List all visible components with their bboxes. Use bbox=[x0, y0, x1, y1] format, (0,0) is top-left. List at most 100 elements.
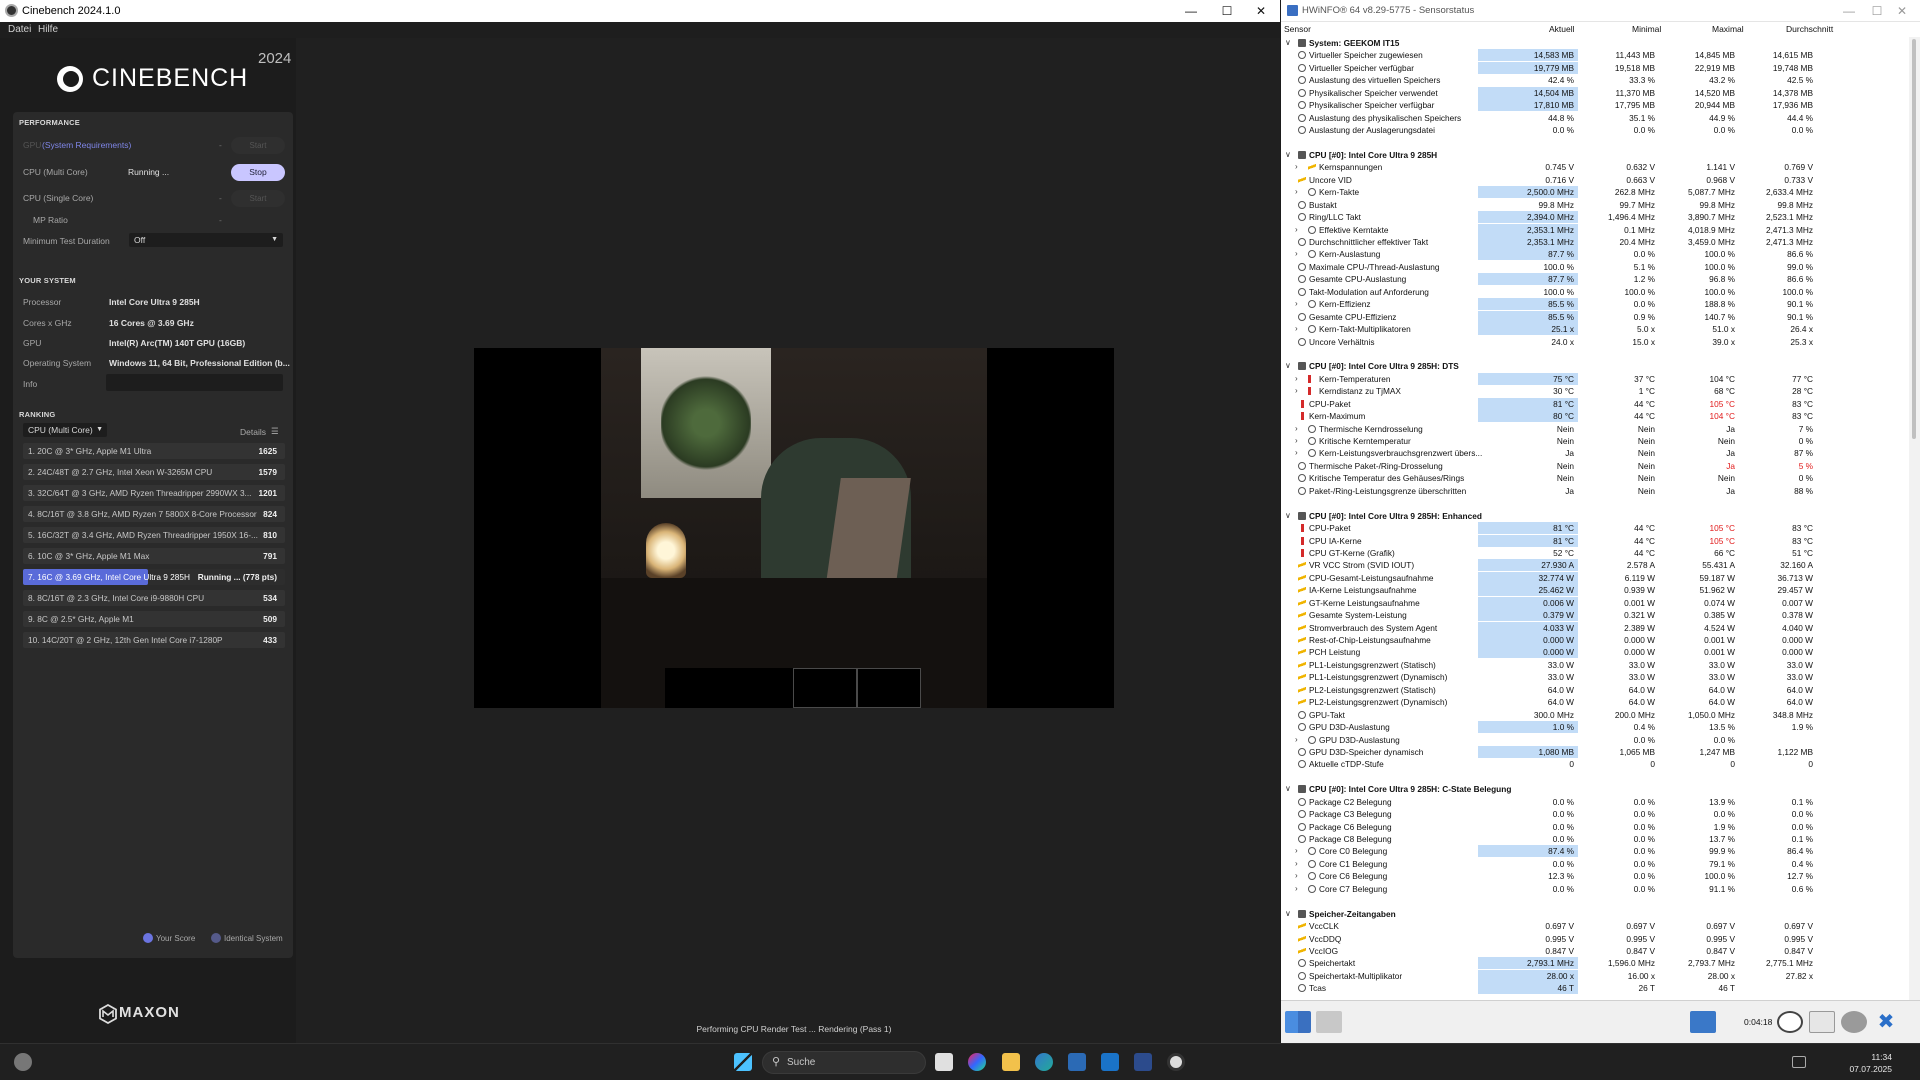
file-explorer-icon[interactable] bbox=[1002, 1053, 1020, 1071]
expand-chevron-icon[interactable]: › bbox=[1295, 386, 1298, 395]
ranking-row[interactable]: 10. 14C/20T @ 2 GHz, 12th Gen Intel Core… bbox=[23, 632, 285, 648]
sensor-row[interactable]: CPU-Gesamt-Leistungsaufnahme 32.774 W 6.11… bbox=[1281, 571, 1920, 584]
sensor-row[interactable]: IA-Kerne Leistungsaufnahme 25.462 W 0.939 … bbox=[1281, 584, 1920, 597]
expand-chevron-icon[interactable]: › bbox=[1295, 162, 1298, 171]
system-requirements-link[interactable]: (System Requirements) bbox=[42, 140, 131, 150]
arrows-collapse-icon[interactable] bbox=[1316, 1011, 1342, 1033]
sensor-row[interactable]: CPU GT-Kerne (Grafik) 52 °C 44 °C 66 °C 51 °… bbox=[1281, 547, 1920, 559]
sensor-row[interactable]: Paket-/Ring-Leistungsgrenze überschritte… bbox=[1281, 485, 1920, 497]
expand-chevron-icon[interactable]: › bbox=[1295, 859, 1298, 868]
collapse-chevron-icon[interactable]: ∨ bbox=[1285, 909, 1291, 918]
sensor-row[interactable]: VccCLK 0.697 V 0.697 V 0.697 V 0.697 V bbox=[1281, 920, 1920, 932]
sensor-row[interactable]: › Kern-Temperaturen 75 °C 37 °C 104 °C 77 °C bbox=[1281, 372, 1920, 385]
expand-chevron-icon[interactable]: › bbox=[1295, 871, 1298, 880]
expand-chevron-icon[interactable]: › bbox=[1295, 884, 1298, 893]
ranking-filter-dropdown[interactable]: CPU (Multi Core) ▼ bbox=[23, 423, 107, 437]
collapse-chevron-icon[interactable]: ∨ bbox=[1285, 511, 1291, 520]
sensor-row[interactable]: Rest-of-Chip-Leistungsaufnahme 0.000 W 0.0… bbox=[1281, 634, 1920, 646]
sensor-row[interactable]: GPU D3D-Auslastung 1.0 % 0.4 % 13.5 % 1.9 % bbox=[1281, 721, 1920, 734]
arrows-left-right-icon[interactable] bbox=[1285, 1011, 1311, 1033]
cinebench-taskbar-icon[interactable] bbox=[1167, 1053, 1185, 1071]
expand-chevron-icon[interactable]: › bbox=[1295, 374, 1298, 383]
store-icon[interactable] bbox=[1068, 1053, 1086, 1071]
sensor-row[interactable]: Package C8 Belegung 0.0 % 0.0 % 13.7 % 0.1 % bbox=[1281, 833, 1920, 845]
sensor-row[interactable]: Package C6 Belegung 0.0 % 0.0 % 1.9 % 0.0 % bbox=[1281, 821, 1920, 833]
col-sensor[interactable]: Sensor bbox=[1284, 24, 1311, 34]
sensor-row[interactable]: Stromverbrauch des System Agent 4.033 W 2.… bbox=[1281, 621, 1920, 634]
expand-chevron-icon[interactable]: › bbox=[1295, 436, 1298, 445]
menu-datei[interactable]: Datei bbox=[8, 24, 31, 35]
expand-chevron-icon[interactable]: › bbox=[1295, 187, 1298, 196]
sensor-row[interactable]: PL2-Leistungsgrenzwert (Statisch) 64.0 W 6… bbox=[1281, 684, 1920, 696]
sensor-row[interactable]: › Kern-Leistungsverbrauchsgrenzwert übers… bbox=[1281, 447, 1920, 459]
expand-chevron-icon[interactable]: › bbox=[1295, 225, 1298, 234]
menu-hilfe[interactable]: Hilfe bbox=[38, 24, 58, 35]
col-min[interactable]: Minimal bbox=[1632, 24, 1661, 34]
sensor-row[interactable]: PCH Leistung 0.000 W 0.000 W 0.001 W 0.000 W bbox=[1281, 646, 1920, 659]
hwinfo-close-button[interactable]: ✕ bbox=[1879, 0, 1920, 22]
sensor-row[interactable]: Uncore Verhältnis 24.0 x 15.0 x 39.0 x 25.3 … bbox=[1281, 336, 1920, 348]
sensor-row[interactable]: Thermische Paket-/Ring-Drosselung Nein Nei… bbox=[1281, 460, 1920, 472]
sensor-row[interactable]: PL1-Leistungsgrenzwert (Dynamisch) 33.0 W… bbox=[1281, 671, 1920, 683]
sensor-row[interactable]: › Core C1 Belegung 0.0 % 0.0 % 79.1 % 0.4 % bbox=[1281, 858, 1920, 870]
min-duration-dropdown[interactable]: Off ▼ bbox=[129, 233, 283, 247]
collapse-chevron-icon[interactable]: ∨ bbox=[1285, 150, 1291, 159]
gpu-start-button[interactable]: Start bbox=[231, 137, 285, 154]
widgets-icon[interactable] bbox=[14, 1053, 32, 1071]
expand-chevron-icon[interactable]: › bbox=[1295, 324, 1298, 333]
collapse-chevron-icon[interactable]: ∨ bbox=[1285, 38, 1291, 47]
sensor-row[interactable]: VccDDQ 0.995 V 0.995 V 0.995 V 0.995 V bbox=[1281, 933, 1920, 945]
expand-chevron-icon[interactable]: › bbox=[1295, 299, 1298, 308]
task-view-icon[interactable] bbox=[935, 1053, 953, 1071]
ranking-row[interactable]: 2. 24C/48T @ 2.7 GHz, Intel Xeon W-3265M… bbox=[23, 464, 285, 480]
sensor-row[interactable]: › Kern-Takt-Multiplikatoren 25.1 x 5.0 x 51.… bbox=[1281, 323, 1920, 336]
outlook-icon[interactable] bbox=[1101, 1053, 1119, 1071]
clock-icon[interactable] bbox=[1777, 1011, 1803, 1033]
sensor-row[interactable]: Gesamte CPU-Auslastung 87.7 % 1.2 % 96.8 % 8… bbox=[1281, 273, 1920, 286]
details-link[interactable]: Details bbox=[240, 427, 266, 437]
sensor-row[interactable]: Virtueller Speicher zugewiesen 14,583 MB 1… bbox=[1281, 49, 1920, 62]
sensor-row[interactable]: Physikalischer Speicher verwendet 14,504 … bbox=[1281, 86, 1920, 99]
sensor-group-header[interactable]: ∨ System: GEEKOM IT15 bbox=[1281, 37, 1920, 49]
expand-chevron-icon[interactable]: › bbox=[1295, 735, 1298, 744]
single-core-start-button[interactable]: Start bbox=[231, 190, 285, 207]
sensor-row[interactable]: Durchschnittlicher effektiver Takt 2,353.… bbox=[1281, 236, 1920, 248]
sensor-row[interactable]: PL1-Leistungsgrenzwert (Statisch) 33.0 W 3… bbox=[1281, 659, 1920, 671]
collapse-chevron-icon[interactable]: ∨ bbox=[1285, 784, 1291, 793]
sensor-scrollbar[interactable] bbox=[1909, 37, 1920, 1000]
sensor-row[interactable]: Bustakt 99.8 MHz 99.7 MHz 99.8 MHz 99.8 MHz bbox=[1281, 199, 1920, 211]
sensor-row[interactable]: Physikalischer Speicher verfügbar 17,810 … bbox=[1281, 99, 1920, 112]
ranking-row[interactable]: 8. 8C/16T @ 2.3 GHz, Intel Core i9-9880H… bbox=[23, 590, 285, 606]
sensor-row[interactable]: Auslastung der Auslagerungsdatei 0.0 % 0.0… bbox=[1281, 124, 1920, 136]
sensor-row[interactable]: Speichertakt-Multiplikator 28.00 x 16.00 x… bbox=[1281, 969, 1920, 982]
ranking-row[interactable]: 1. 20C @ 3* GHz, Apple M1 Ultra 1625 bbox=[23, 443, 285, 459]
copilot-icon[interactable] bbox=[968, 1053, 986, 1071]
ranking-row-current[interactable]: 7. 16C @ 3.69 GHz, Intel Core Ultra 9 28… bbox=[23, 569, 285, 585]
sensor-group-header[interactable]: ∨ CPU [#0]: Intel Core Ultra 9 285H: Enha… bbox=[1281, 510, 1920, 522]
sensor-row[interactable]: Maximale CPU-/Thread-Auslastung 100.0 % 5.… bbox=[1281, 261, 1920, 273]
sensor-row[interactable]: Gesamte CPU-Effizienz 85.5 % 0.9 % 140.7 % 9… bbox=[1281, 310, 1920, 323]
sensor-group-header[interactable]: ∨ Speicher-Zeitangaben bbox=[1281, 908, 1920, 920]
sensor-row[interactable]: Uncore VID 0.716 V 0.663 V 0.968 V 0.733 V bbox=[1281, 174, 1920, 186]
gear-icon[interactable] bbox=[1841, 1011, 1867, 1033]
sensor-row[interactable]: Virtueller Speicher verfügbar 19,779 MB 19… bbox=[1281, 61, 1920, 74]
scrollbar-thumb[interactable] bbox=[1912, 39, 1916, 439]
sensor-row[interactable]: › Effektive Kerntakte 2,353.1 MHz 0.1 MHz 4,… bbox=[1281, 223, 1920, 236]
sensor-row[interactable]: Tcas 46 T 26 T 46 T bbox=[1281, 982, 1920, 995]
sensor-row[interactable]: CPU-Paket 81 °C 44 °C 105 °C 83 °C bbox=[1281, 522, 1920, 535]
stop-button[interactable]: Stop bbox=[231, 164, 285, 181]
sensor-row[interactable]: GT-Kerne Leistungsaufnahme 0.006 W 0.001 W… bbox=[1281, 596, 1920, 609]
ranking-row[interactable]: 6. 10C @ 3* GHz, Apple M1 Max 791 bbox=[23, 548, 285, 564]
sensor-row[interactable]: › Core C7 Belegung 0.0 % 0.0 % 91.1 % 0.6 % bbox=[1281, 883, 1920, 895]
sensor-row[interactable]: › Kerndistanz zu TjMAX 30 °C 1 °C 68 °C 28 °C bbox=[1281, 385, 1920, 397]
expand-chevron-icon[interactable]: › bbox=[1295, 448, 1298, 457]
sensor-row[interactable]: VccIOG 0.847 V 0.847 V 0.847 V 0.847 V bbox=[1281, 945, 1920, 957]
sensor-row[interactable]: Speichertakt 2,793.1 MHz 1,596.0 MHz 2,793.… bbox=[1281, 957, 1920, 970]
sensor-row[interactable]: PL2-Leistungsgrenzwert (Dynamisch) 64.0 W… bbox=[1281, 696, 1920, 708]
sensor-row[interactable]: › Kern-Takte 2,500.0 MHz 262.8 MHz 5,087.7 M… bbox=[1281, 186, 1920, 199]
sensor-row[interactable]: VR VCC Strom (SVID IOUT) 27.930 A 2.578 A 5… bbox=[1281, 559, 1920, 572]
ranking-row[interactable]: 3. 32C/64T @ 3 GHz, AMD Ryzen Threadripp… bbox=[23, 485, 285, 501]
sensor-row[interactable]: GPU D3D-Speicher dynamisch 1,080 MB 1,065 … bbox=[1281, 745, 1920, 758]
report-icon[interactable] bbox=[1809, 1011, 1835, 1033]
sensor-row[interactable]: › Kernspannungen 0.745 V 0.632 V 1.141 V 0.76… bbox=[1281, 161, 1920, 173]
